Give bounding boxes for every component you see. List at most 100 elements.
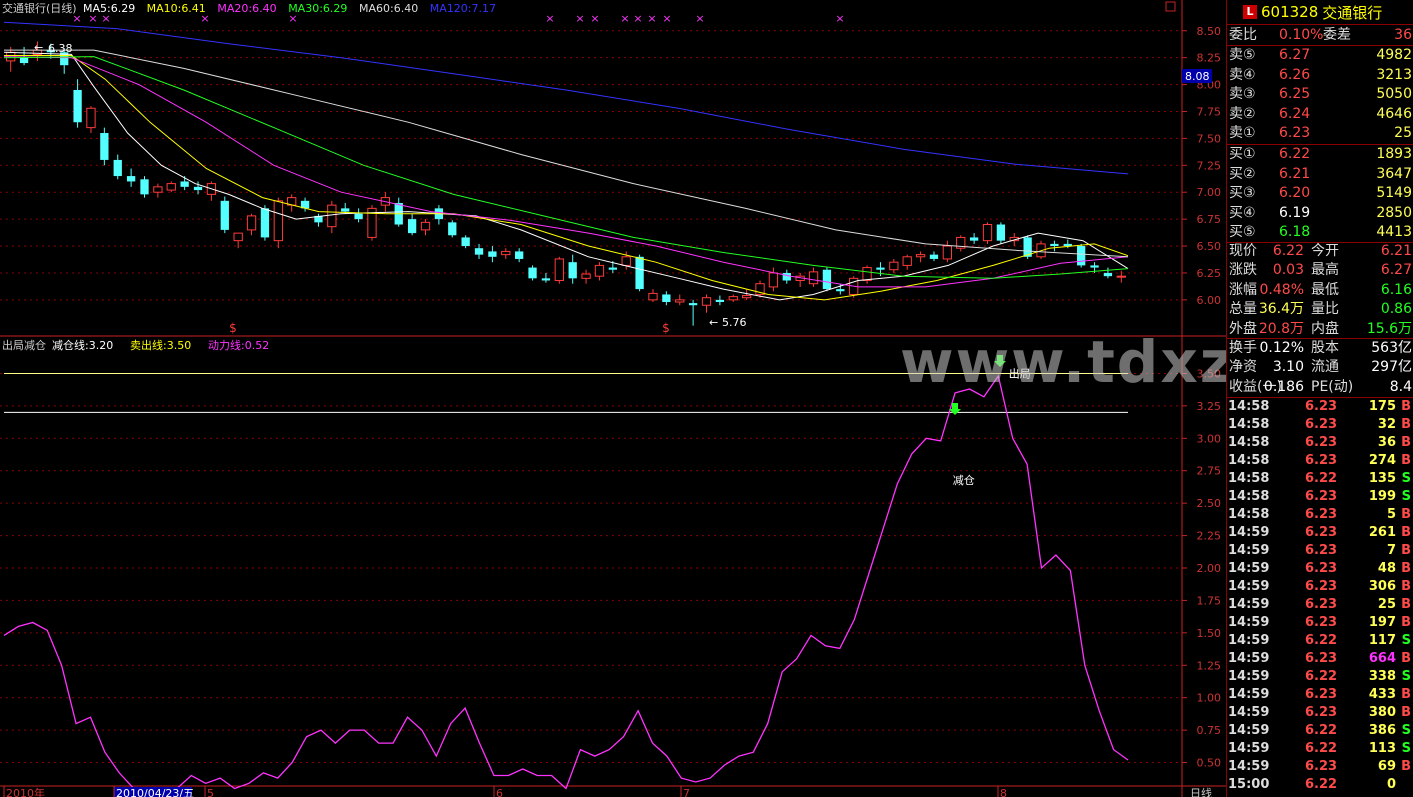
- tick-time: 14:58: [1228, 471, 1270, 486]
- candle-body: [1050, 243, 1059, 247]
- tick-row: 14:59 6.23 48 B: [1227, 560, 1413, 578]
- sell-price: 6.26: [1279, 66, 1311, 83]
- tick-volume: 117: [1368, 633, 1396, 648]
- stat-row: 净资 3.10 流通 297亿: [1227, 358, 1413, 377]
- stat-label-2: 内盘: [1311, 320, 1339, 337]
- tick-side: B: [1401, 759, 1411, 774]
- sell-level-label: 卖③: [1229, 86, 1256, 103]
- tick-price: 6.23: [1305, 651, 1338, 666]
- tick-volume: 69: [1377, 759, 1396, 774]
- sell-volume: 4646: [1376, 105, 1412, 122]
- weibi-value: 0.10%: [1279, 27, 1324, 43]
- tick-volume: 113: [1368, 741, 1396, 756]
- k-panel-title: 交通银行(日线): [2, 1, 77, 15]
- candle-body: [915, 254, 926, 258]
- stat-label-2: 量比: [1311, 301, 1339, 318]
- signal-marker-icon: ×: [545, 12, 554, 25]
- stat-value-2: 8.4: [1389, 378, 1412, 395]
- candle-body: [662, 294, 671, 303]
- weibi-label: 委比: [1229, 27, 1257, 43]
- tick-row: 14:59 6.23 197 B: [1227, 614, 1413, 632]
- signal-marker-icon: ×: [695, 12, 704, 25]
- stock-title-bar: L 601328 交通银行: [1227, 0, 1413, 25]
- tick-row: 14:59 6.23 261 B: [1227, 524, 1413, 542]
- tick-row: 14:58 6.23 36 B: [1227, 434, 1413, 452]
- tick-price: 6.23: [1305, 759, 1338, 774]
- candle-body: [180, 181, 189, 187]
- sell-level-label: 卖②: [1229, 105, 1256, 122]
- tick-side: B: [1401, 687, 1411, 702]
- stat-value-2: 15.6万: [1366, 320, 1412, 337]
- tick-time: 14:59: [1228, 525, 1270, 540]
- buy-level-label: 买②: [1229, 165, 1256, 182]
- buy-level-label: 买③: [1229, 185, 1256, 202]
- buy-level-label: 买④: [1229, 204, 1256, 221]
- buy-volume: 3647: [1376, 165, 1412, 182]
- tick-row: 14:58 6.23 274 B: [1227, 452, 1413, 470]
- k-y-tick-label: 8.25: [1197, 52, 1222, 65]
- tick-time: 14:59: [1228, 687, 1270, 702]
- signal-marker-icon: ×: [633, 12, 642, 25]
- sell-price: 6.24: [1279, 105, 1311, 122]
- tick-side: B: [1401, 525, 1411, 540]
- k-y-tick-label: 7.50: [1197, 132, 1222, 145]
- tick-side: S: [1401, 723, 1411, 738]
- candle-body: [701, 297, 712, 306]
- window-restore-icon[interactable]: [1165, 1, 1176, 12]
- candle-body: [86, 107, 96, 129]
- chart-canvas[interactable]: 8.508.258.007.757.507.257.006.756.506.25…: [0, 0, 1226, 797]
- ind-y-tick-label: 1.25: [1197, 659, 1222, 672]
- sell-level-label: 卖①: [1229, 125, 1256, 142]
- sell-row: 卖③ 6.25 5050: [1227, 85, 1413, 104]
- signal-marker-icon: ×: [288, 12, 297, 25]
- tick-time: 14:58: [1228, 399, 1270, 414]
- buy-row: 买③ 6.20 5149: [1227, 184, 1413, 203]
- buy-level-label: 买①: [1229, 146, 1256, 162]
- signal-marker-icon: ×: [200, 12, 209, 25]
- candle-body: [889, 261, 899, 271]
- ma-line-ma120: [3, 21, 1129, 175]
- stat-label: 外盘: [1229, 320, 1257, 337]
- tick-price: 6.23: [1305, 615, 1338, 630]
- candle-body: [969, 237, 979, 241]
- candle-body: [768, 272, 779, 288]
- sell-level-label: 卖⑤: [1229, 47, 1256, 63]
- candle-body: [902, 256, 912, 266]
- signal-marker-icon: ×: [662, 12, 671, 25]
- tick-time: 15:00: [1228, 777, 1270, 792]
- tick-time: 14:59: [1228, 741, 1270, 756]
- sell-volume: 4982: [1376, 47, 1412, 63]
- stat-row: 换手 0.12% 股本 563亿: [1227, 339, 1413, 358]
- stat-label: 涨幅: [1229, 281, 1257, 298]
- x-axis-label: 7: [683, 787, 690, 797]
- buy-volume: 1893: [1376, 146, 1412, 162]
- signal-marker-icon: ×: [647, 12, 656, 25]
- tick-side: S: [1401, 489, 1411, 504]
- tick-price: 6.23: [1305, 435, 1338, 450]
- tick-price: 6.23: [1305, 417, 1338, 432]
- tick-row: 14:58 6.23 32 B: [1227, 416, 1413, 434]
- signal-marker-icon: ×: [835, 12, 844, 25]
- candle-body: [782, 272, 791, 281]
- ma-legend-item: MA10:6.41: [147, 2, 206, 15]
- tick-row: 14:59 6.23 380 B: [1227, 704, 1413, 722]
- stat-label-2: 股本: [1311, 340, 1339, 356]
- tick-price: 6.22: [1305, 777, 1338, 792]
- weibi-row: 委比 0.10% 委差 36: [1227, 26, 1413, 45]
- tick-price: 6.23: [1305, 525, 1338, 540]
- k-y-tick-label: 8.50: [1197, 25, 1222, 38]
- tick-volume: 386: [1368, 723, 1396, 738]
- tick-side: B: [1401, 561, 1411, 576]
- sell-price: 6.27: [1279, 47, 1311, 63]
- tick-price: 6.23: [1305, 687, 1338, 702]
- sell-volume: 3213: [1376, 66, 1412, 83]
- candle-body: [608, 267, 617, 270]
- tick-side: B: [1401, 651, 1411, 666]
- tick-volume: 199: [1368, 489, 1396, 504]
- buy-price: 6.21: [1279, 165, 1311, 182]
- stat-row: 外盘 20.8万 内盘 15.6万: [1227, 320, 1413, 339]
- stat-label: 总量: [1229, 301, 1257, 318]
- stat-label-2: 流通: [1311, 359, 1339, 376]
- tick-price: 6.22: [1305, 471, 1338, 486]
- candle-body: [876, 267, 885, 270]
